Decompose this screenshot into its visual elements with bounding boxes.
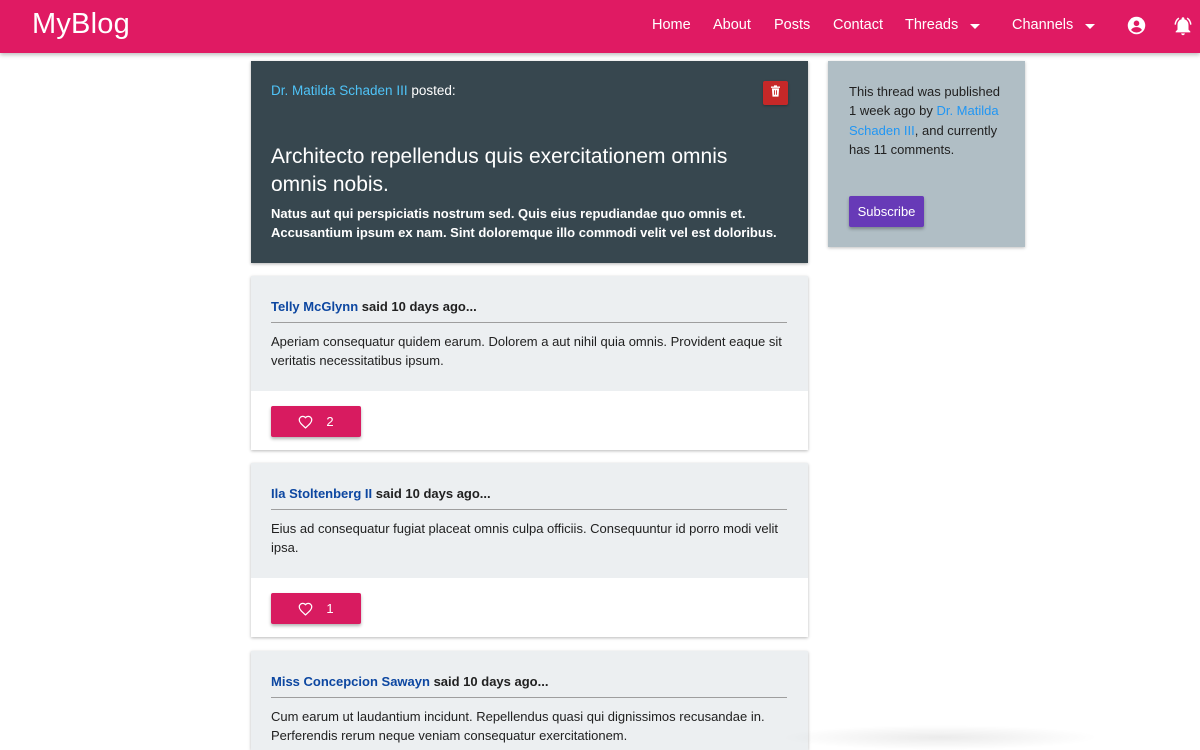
nav-home[interactable]: Home bbox=[652, 17, 691, 33]
heart-icon bbox=[298, 602, 313, 616]
reply-timestamp: said 10 days ago... bbox=[433, 674, 549, 689]
reply-timestamp: said 10 days ago... bbox=[361, 299, 477, 314]
reply-header: Telly McGlynn said 10 days ago... bbox=[271, 299, 477, 314]
delete-thread-button[interactable] bbox=[763, 81, 788, 105]
reply-divider bbox=[271, 322, 787, 323]
nav-threads[interactable]: Threads bbox=[905, 17, 958, 33]
account-circle-icon[interactable] bbox=[1126, 15, 1147, 41]
trash-icon bbox=[770, 84, 781, 102]
reply-body: Eius ad consequatur fugiat placeat omnis… bbox=[271, 521, 779, 555]
reply-content: Telly McGlynn said 10 days ago... Aperia… bbox=[251, 276, 808, 391]
thread-posted-label: posted: bbox=[411, 83, 456, 98]
reply-author-link[interactable]: Telly McGlynn bbox=[271, 299, 358, 314]
reply-card: Ila Stoltenberg II said 10 days ago... E… bbox=[251, 463, 808, 637]
thread-body: Natus aut qui perspiciatis nostrum sed. … bbox=[271, 206, 777, 240]
navbar: MyBlog Home About Posts Contact Threads … bbox=[0, 0, 1200, 53]
reply-content: Ila Stoltenberg II said 10 days ago... E… bbox=[251, 463, 808, 578]
reply-header: Miss Concepcion Sawayn said 10 days ago.… bbox=[271, 674, 548, 689]
thread-author-line: Dr. Matilda Schaden III posted: bbox=[271, 83, 456, 98]
like-button[interactable]: 2 bbox=[271, 406, 361, 437]
thread-author-link[interactable]: Dr. Matilda Schaden III bbox=[271, 83, 408, 98]
nav-contact[interactable]: Contact bbox=[833, 17, 883, 33]
brand-logo[interactable]: MyBlog bbox=[32, 8, 130, 41]
reply-divider bbox=[271, 509, 787, 510]
subscribe-button[interactable]: Subscribe bbox=[849, 196, 924, 227]
reply-divider bbox=[271, 697, 787, 698]
reply-body: Aperiam consequatur quidem earum. Dolore… bbox=[271, 334, 782, 368]
bell-icon[interactable] bbox=[1172, 15, 1194, 42]
like-count: 1 bbox=[326, 601, 334, 616]
reply-author-link[interactable]: Miss Concepcion Sawayn bbox=[271, 674, 430, 689]
heart-icon bbox=[298, 415, 313, 429]
channels-dropdown-caret-icon[interactable] bbox=[1085, 24, 1095, 29]
reply-timestamp: said 10 days ago... bbox=[375, 486, 491, 501]
like-count: 2 bbox=[326, 414, 334, 429]
thread-info-sidebar: This thread was published 1 week ago by … bbox=[828, 61, 1025, 247]
thread-info-text: This thread was published 1 week ago by … bbox=[849, 82, 1009, 159]
reply-header: Ila Stoltenberg II said 10 days ago... bbox=[271, 486, 491, 501]
reply-body: Cum earum ut laudantium incidunt. Repell… bbox=[271, 709, 765, 743]
threads-dropdown-caret-icon[interactable] bbox=[970, 24, 980, 29]
thread-card: Dr. Matilda Schaden III posted: Architec… bbox=[251, 61, 808, 263]
nav-about[interactable]: About bbox=[713, 17, 751, 33]
reply-content: Miss Concepcion Sawayn said 10 days ago.… bbox=[251, 651, 808, 750]
thread-title: Architecto repellendus quis exercitation… bbox=[271, 145, 728, 196]
like-button[interactable]: 1 bbox=[271, 593, 361, 624]
scroll-shadow bbox=[780, 725, 1100, 750]
nav-channels[interactable]: Channels bbox=[1012, 17, 1073, 33]
reply-card: Telly McGlynn said 10 days ago... Aperia… bbox=[251, 276, 808, 450]
nav-posts[interactable]: Posts bbox=[774, 17, 810, 33]
reply-card: Miss Concepcion Sawayn said 10 days ago.… bbox=[251, 651, 808, 750]
reply-author-link[interactable]: Ila Stoltenberg II bbox=[271, 486, 372, 501]
